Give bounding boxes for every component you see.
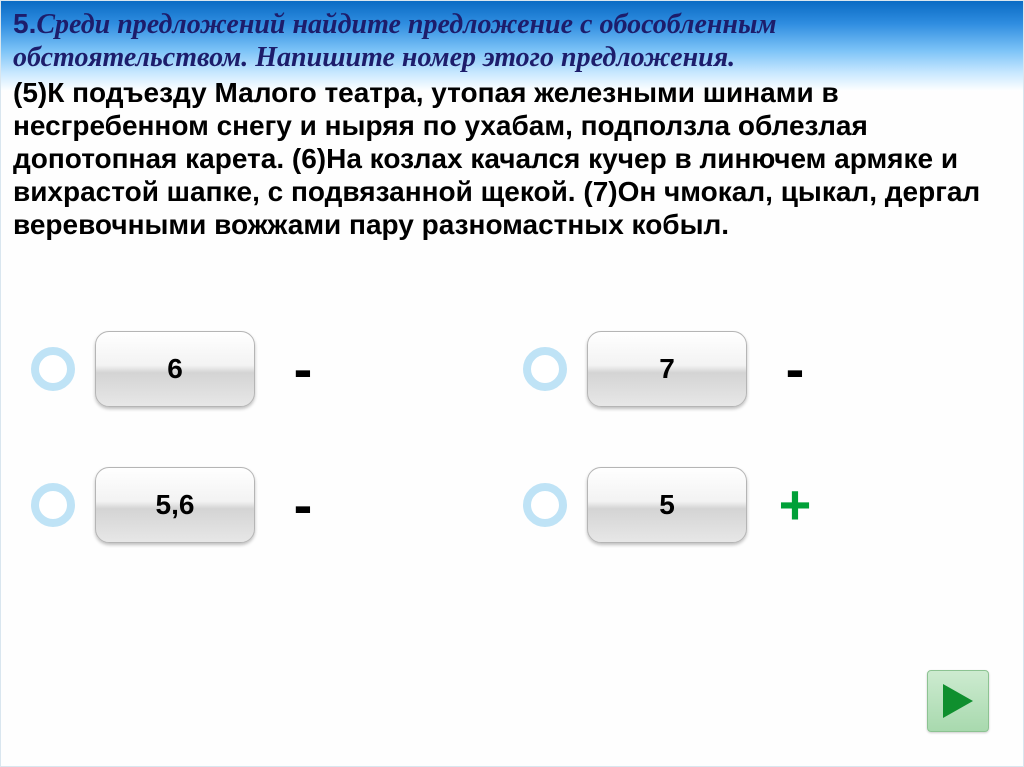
play-icon xyxy=(941,682,975,720)
slide: 5.Среди предложений найдите предложение … xyxy=(0,0,1024,767)
question-text: 5.Среди предложений найдите предложение … xyxy=(13,7,1011,74)
answer-button-56[interactable]: 5,6 xyxy=(95,467,255,543)
mark-pos: + xyxy=(767,477,823,533)
radio-icon[interactable] xyxy=(523,347,567,391)
question-number: 5. xyxy=(13,8,36,39)
passage-text: (5)К подъезду Малого театра, утопая желе… xyxy=(13,76,1011,241)
next-button[interactable] xyxy=(927,670,989,732)
answer-label: 5,6 xyxy=(156,489,195,521)
answer-label: 7 xyxy=(659,353,675,385)
question-body: Среди предложений найдите предложение с … xyxy=(13,9,777,73)
answer-button-7[interactable]: 7 xyxy=(587,331,747,407)
answers-row-2: 5,6 - 5 + xyxy=(31,467,993,543)
radio-icon[interactable] xyxy=(31,347,75,391)
option-7: 7 - xyxy=(523,331,993,407)
answers-row-1: 6 - 7 - xyxy=(31,331,993,407)
answer-label: 5 xyxy=(659,489,675,521)
option-5: 5 + xyxy=(523,467,993,543)
answer-button-6[interactable]: 6 xyxy=(95,331,255,407)
radio-icon[interactable] xyxy=(523,483,567,527)
answer-label: 6 xyxy=(167,353,183,385)
answers-grid: 6 - 7 - 5,6 - xyxy=(1,331,1023,603)
option-56: 5,6 - xyxy=(31,467,501,543)
answer-button-5[interactable]: 5 xyxy=(587,467,747,543)
radio-icon[interactable] xyxy=(31,483,75,527)
mark-neg: - xyxy=(275,477,331,533)
mark-neg: - xyxy=(767,341,823,397)
content-area: 5.Среди предложений найдите предложение … xyxy=(1,1,1023,241)
option-6: 6 - xyxy=(31,331,501,407)
mark-neg: - xyxy=(275,341,331,397)
